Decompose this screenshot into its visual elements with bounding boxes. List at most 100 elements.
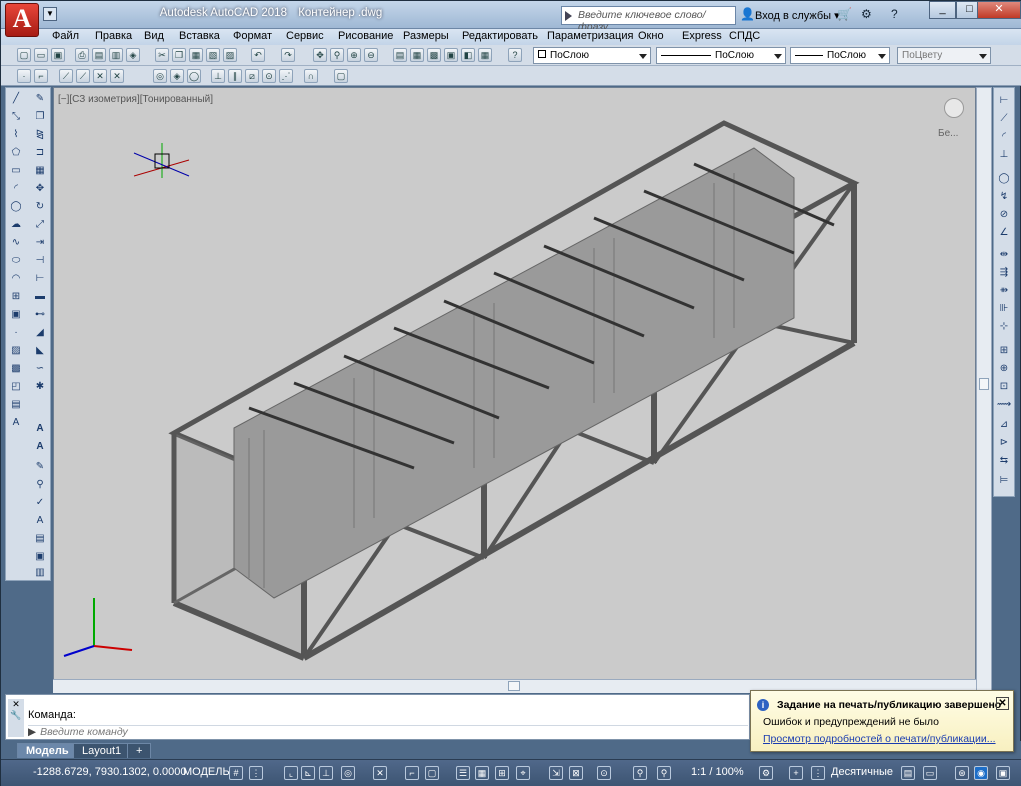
- circle-icon[interactable]: ◯: [8, 200, 24, 214]
- layer-combo[interactable]: ПоСлою: [533, 47, 651, 64]
- linear-dim-icon[interactable]: ⊢: [996, 94, 1012, 108]
- explode-icon[interactable]: ✱: [32, 380, 48, 394]
- menu-edit[interactable]: Правка: [95, 30, 132, 42]
- point-icon[interactable]: ·: [8, 326, 24, 340]
- snap-perpendicular-icon[interactable]: ⊥: [211, 69, 225, 83]
- quick-properties-icon[interactable]: ▤: [901, 766, 915, 780]
- annotation-scale-icon[interactable]: ⚲: [633, 766, 647, 780]
- selection-filter-icon[interactable]: ⇲: [549, 766, 563, 780]
- line-icon[interactable]: ╱: [8, 92, 24, 106]
- lock-ui-icon[interactable]: ▭: [923, 766, 937, 780]
- paste-icon[interactable]: ▦: [189, 48, 203, 62]
- publish-icon[interactable]: ▥: [109, 48, 123, 62]
- gizmo-icon[interactable]: ⊠: [569, 766, 583, 780]
- tool-palettes-icon[interactable]: ▩: [427, 48, 441, 62]
- justify-text-icon[interactable]: ▤: [32, 532, 48, 546]
- osnap-icon[interactable]: ⌐: [405, 766, 419, 780]
- scale-icon[interactable]: ⤢: [32, 218, 48, 232]
- join-icon[interactable]: ⊷: [32, 308, 48, 322]
- mirror-icon[interactable]: ⧎: [32, 128, 48, 142]
- menu-tools[interactable]: Сервис: [286, 30, 324, 42]
- sign-in-button[interactable]: Вход в службы ▾: [755, 9, 840, 22]
- aligned-dim-icon[interactable]: ⟋: [996, 112, 1012, 126]
- quickcalc-icon[interactable]: ▦: [478, 48, 492, 62]
- help-toolbar-icon[interactable]: ?: [508, 48, 522, 62]
- zoom-window-icon[interactable]: ⊕: [347, 48, 361, 62]
- autoscale-icon[interactable]: ⚲: [657, 766, 671, 780]
- workspace-icon[interactable]: ⚙: [759, 766, 773, 780]
- break-icon[interactable]: ▬: [32, 290, 48, 304]
- gradient-icon[interactable]: ▩: [8, 362, 24, 376]
- dim-break-icon[interactable]: ⊹: [996, 320, 1012, 334]
- erase-icon[interactable]: ✎: [32, 92, 48, 106]
- clean-screen-icon[interactable]: ▣: [996, 766, 1010, 780]
- menu-draw[interactable]: Рисование: [338, 30, 393, 42]
- ordinate-icon[interactable]: ⊥: [996, 148, 1012, 162]
- menu-dimension[interactable]: Размеры: [403, 30, 449, 42]
- text-scale-icon[interactable]: A: [32, 514, 48, 528]
- text-field-icon[interactable]: ▥: [32, 566, 48, 580]
- pan-icon[interactable]: ✥: [313, 48, 327, 62]
- mtext-icon[interactable]: A: [8, 416, 24, 430]
- menu-modify[interactable]: Редактировать: [462, 30, 538, 42]
- move-icon[interactable]: ✥: [32, 182, 48, 196]
- revcloud-icon[interactable]: ☁: [8, 218, 24, 232]
- selection-cycling-icon[interactable]: ▦: [475, 766, 489, 780]
- menu-format[interactable]: Формат: [233, 30, 272, 42]
- hardware-acceleration-icon[interactable]: ◉: [974, 766, 988, 780]
- dwf-icon[interactable]: ◈: [126, 48, 140, 62]
- menu-express[interactable]: Express: [682, 30, 722, 42]
- menu-spds[interactable]: СПДС: [729, 30, 760, 42]
- match-properties-icon[interactable]: ▧: [206, 48, 220, 62]
- command-input[interactable]: ▶ Введите команду: [28, 725, 748, 739]
- snap-tangent-icon[interactable]: ◯: [187, 69, 201, 83]
- hatch-icon[interactable]: ▨: [8, 344, 24, 358]
- snap-parallel-icon[interactable]: ∥: [228, 69, 242, 83]
- properties-icon[interactable]: ▤: [393, 48, 407, 62]
- dim-style-icon[interactable]: ⊨: [996, 474, 1012, 488]
- coordinates-display[interactable]: -1288.6729, 7930.1302, 0.0000: [33, 766, 187, 778]
- transparency-icon[interactable]: ☰: [456, 766, 470, 780]
- menu-parametric[interactable]: Параметризация: [547, 30, 633, 42]
- plotstyle-combo[interactable]: ПоЦвету: [897, 47, 991, 64]
- block-editor-icon[interactable]: ▨: [223, 48, 237, 62]
- lineweight-combo[interactable]: ПоСлою: [790, 47, 890, 64]
- notification-close-button[interactable]: ✕: [996, 697, 1009, 710]
- rectangle-icon[interactable]: ▭: [8, 164, 24, 178]
- undo-icon[interactable]: ↶: [251, 48, 265, 62]
- tab-model[interactable]: Модель: [17, 743, 78, 758]
- exchange-icon[interactable]: ⚙: [861, 7, 872, 23]
- command-line[interactable]: ✕ 🔧 Команда: ▶ Введите команду: [5, 694, 750, 740]
- snap-none-icon[interactable]: ∩: [304, 69, 318, 83]
- text-style-icon[interactable]: A: [32, 440, 48, 454]
- dim-edit-icon[interactable]: ⊿: [996, 418, 1012, 432]
- snap-mode-icon[interactable]: ⋮: [249, 766, 263, 780]
- isolate-objects-icon[interactable]: ⊛: [955, 766, 969, 780]
- snap-quadrant-icon[interactable]: ◈: [170, 69, 184, 83]
- snap-endpoint-icon[interactable]: ⟋: [59, 69, 73, 83]
- quick-dim-icon[interactable]: ⇹: [996, 248, 1012, 262]
- horizontal-scroll-thumb[interactable]: [508, 681, 520, 691]
- ellipse-arc-icon[interactable]: ◠: [8, 272, 24, 286]
- xline-icon[interactable]: ⤡: [8, 110, 24, 124]
- angular-icon[interactable]: ∠: [996, 226, 1012, 240]
- spell-check-icon[interactable]: ✓: [32, 496, 48, 510]
- help-icon[interactable]: ?: [891, 7, 898, 23]
- menu-window[interactable]: Окно: [638, 30, 664, 42]
- table-icon[interactable]: ▤: [8, 398, 24, 412]
- save-icon[interactable]: ▣: [51, 48, 65, 62]
- baseline-icon[interactable]: ⇶: [996, 266, 1012, 280]
- snap-insert-icon[interactable]: ⧄: [245, 69, 259, 83]
- cart-icon[interactable]: 🛒: [837, 7, 852, 23]
- units-value[interactable]: Десятичные: [831, 766, 893, 778]
- close-button[interactable]: ✕: [977, 1, 1021, 19]
- polyline-icon[interactable]: ⌇: [8, 128, 24, 142]
- markup-icon[interactable]: ◧: [461, 48, 475, 62]
- vertical-scrollbar[interactable]: [976, 87, 992, 693]
- snap-center-icon[interactable]: ◎: [153, 69, 167, 83]
- find-text-icon[interactable]: ⚲: [32, 478, 48, 492]
- insert-block-icon[interactable]: ⊞: [8, 290, 24, 304]
- lineweight-icon[interactable]: ▢: [425, 766, 439, 780]
- polar-icon[interactable]: ⊥: [319, 766, 333, 780]
- tab-layout1[interactable]: Layout1: [73, 743, 131, 758]
